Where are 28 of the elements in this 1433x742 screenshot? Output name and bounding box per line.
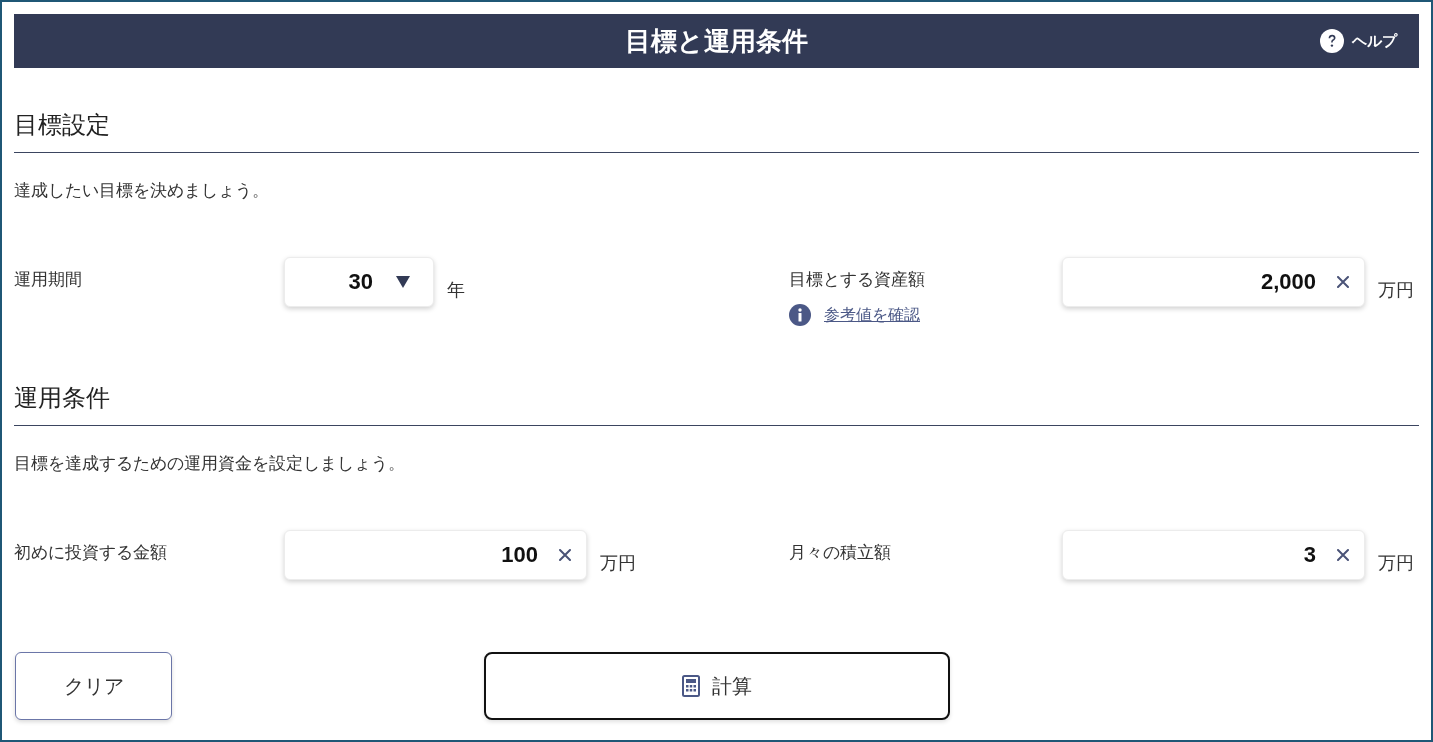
calculator-icon xyxy=(681,675,700,697)
page-title: 目標と運用条件 xyxy=(625,25,808,58)
amount-field[interactable]: 100 xyxy=(284,530,587,580)
unit-label: 万円 xyxy=(1378,279,1414,302)
calculate-button[interactable]: 計算 xyxy=(483,652,950,720)
clear-button[interactable]: クリア xyxy=(15,652,172,720)
help-icon xyxy=(1320,29,1344,53)
amount-field[interactable]: 3 xyxy=(1062,530,1365,580)
clear-icon[interactable] xyxy=(1337,276,1349,288)
clear-icon[interactable] xyxy=(559,549,571,561)
reference-link[interactable]: 参考値を確認 xyxy=(824,304,920,326)
amount-field[interactable]: 2,000 xyxy=(1062,257,1365,307)
field-label: 初めに投資する金額 xyxy=(14,542,167,564)
section-description: 目標を達成するための運用資金を設定しましょう。 xyxy=(14,453,405,475)
info-icon xyxy=(789,304,811,326)
year-dropdown[interactable]: 30 xyxy=(284,257,434,307)
unit-label: 万円 xyxy=(1378,552,1414,575)
unit-label: 年 xyxy=(447,279,465,302)
field-label: 運用期間 xyxy=(14,269,82,291)
field-label: 目標とする資産額 xyxy=(789,269,925,291)
caret-icon xyxy=(396,276,410,288)
field-label: 月々の積立額 xyxy=(789,542,891,564)
clear-icon[interactable] xyxy=(1337,549,1349,561)
unit-label: 万円 xyxy=(600,552,636,575)
help-button[interactable]: ヘルプ xyxy=(1320,29,1397,53)
section-heading: 目標設定 xyxy=(14,110,110,140)
section-heading: 運用条件 xyxy=(14,383,110,413)
section-description: 達成したい目標を決めましょう。 xyxy=(14,180,269,202)
